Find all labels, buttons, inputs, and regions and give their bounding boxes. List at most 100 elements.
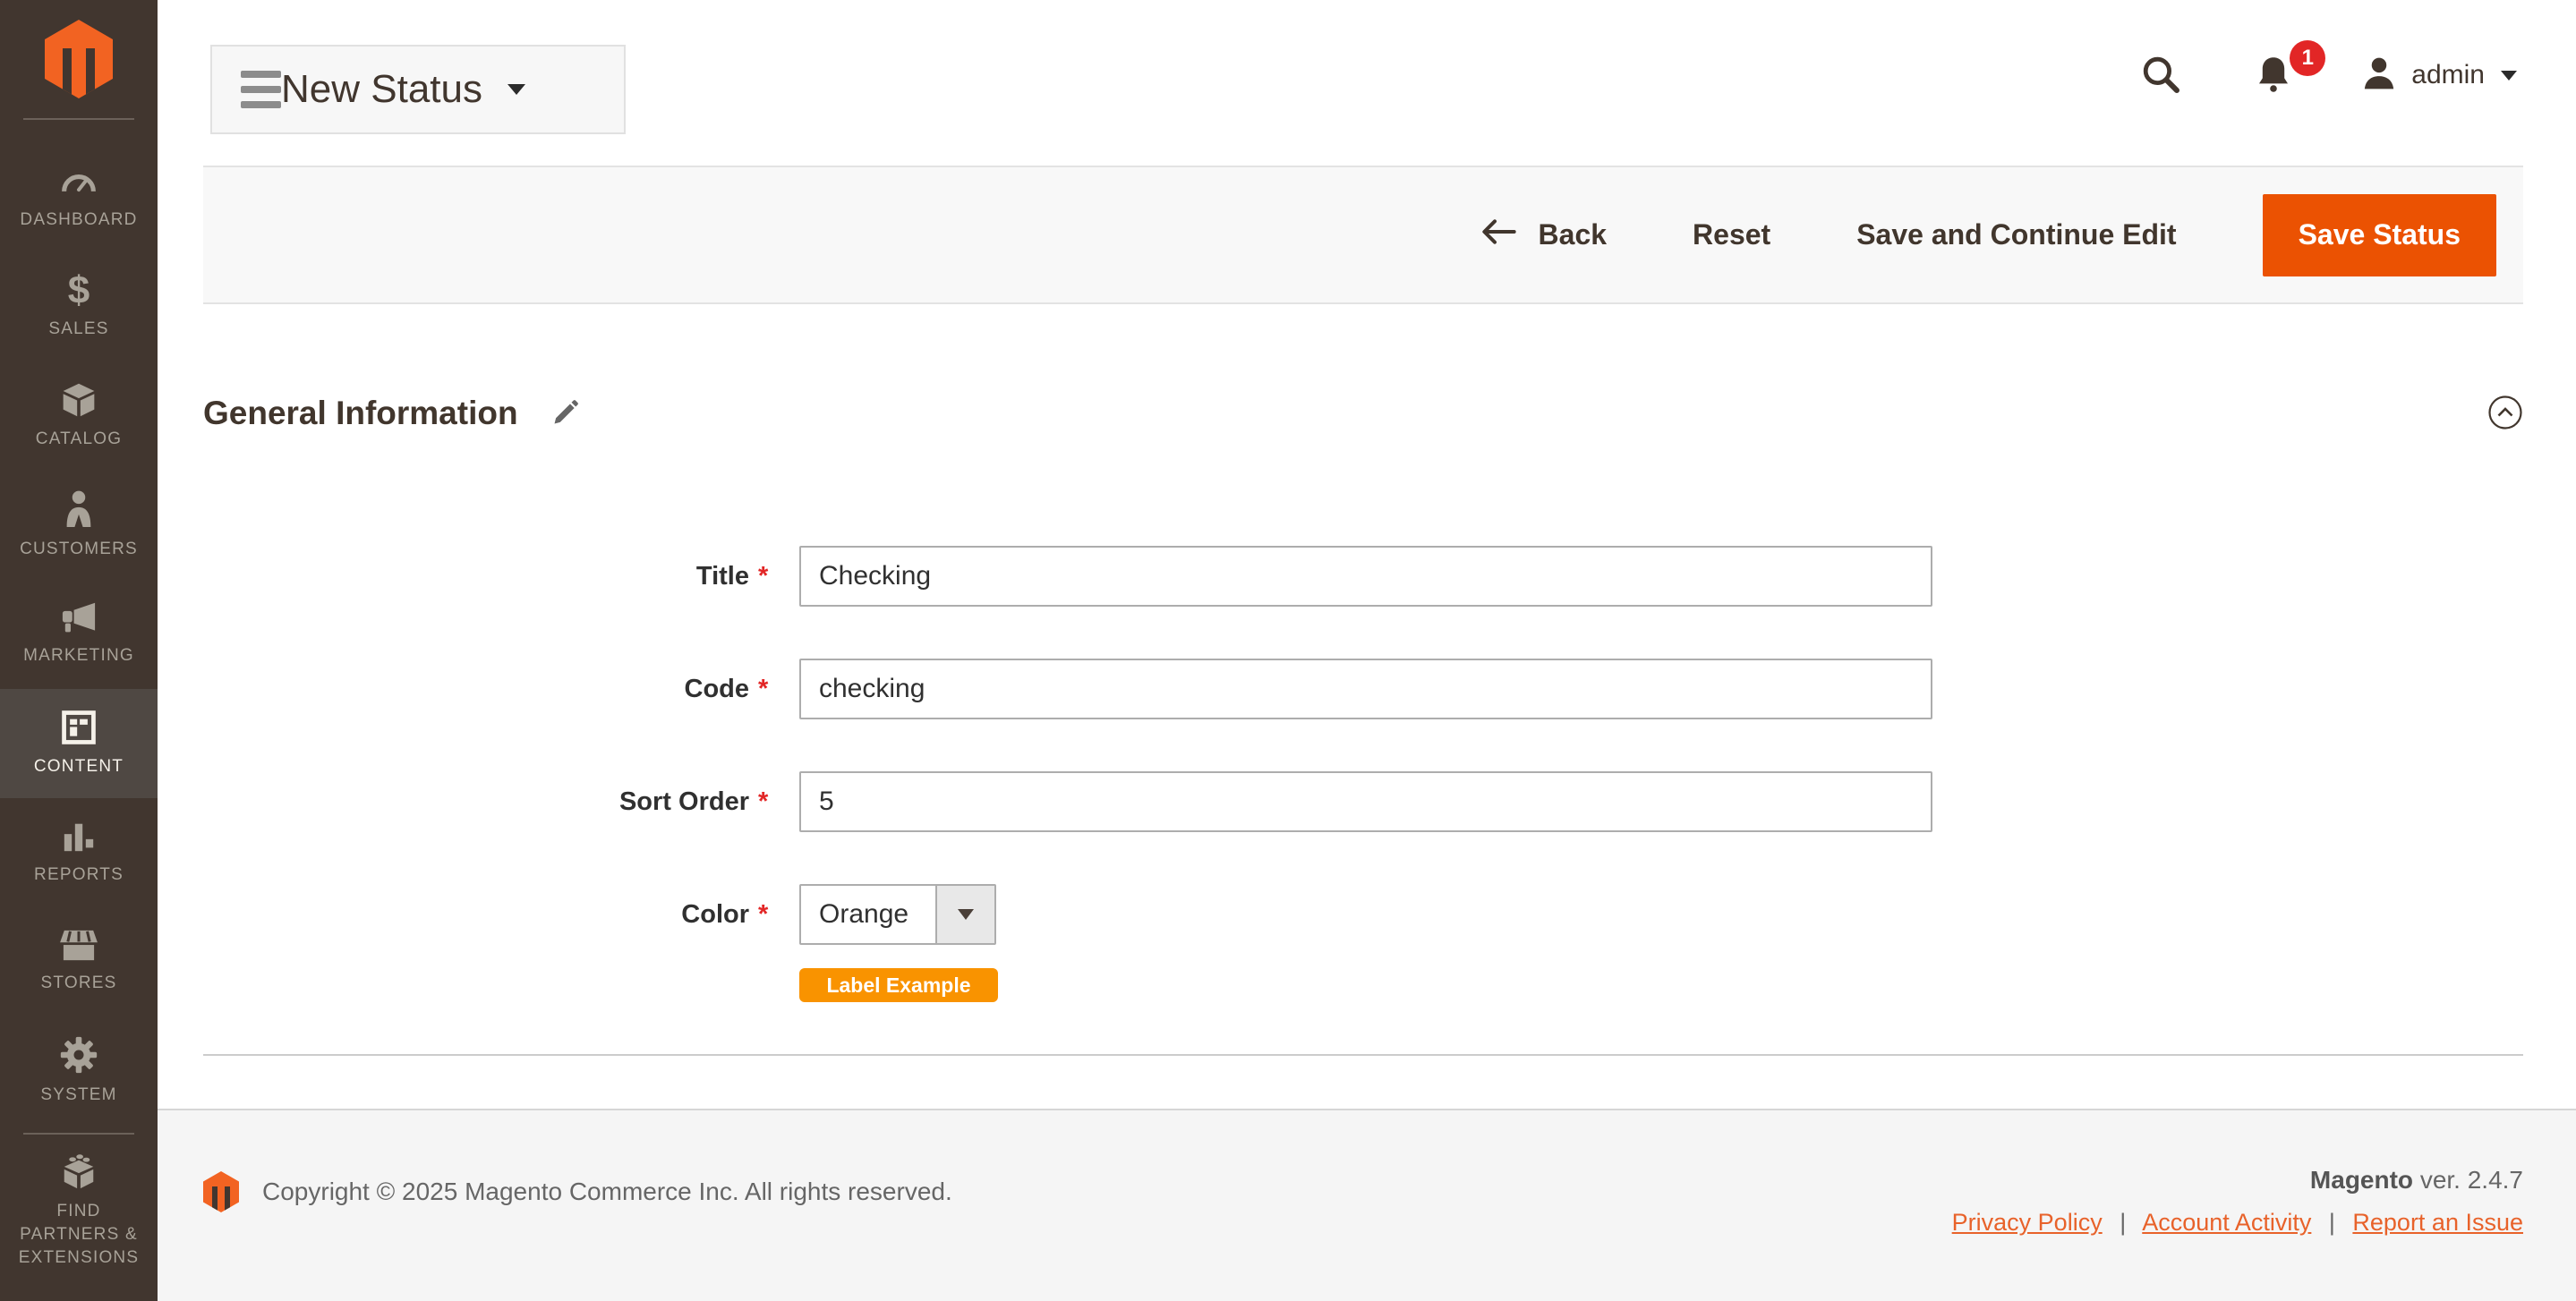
content-layout-icon bbox=[59, 709, 98, 746]
status-form: Title * Code * Sort Order * Color * bbox=[203, 546, 2523, 1002]
link-separator: | bbox=[2120, 1209, 2126, 1236]
copyright-text: Copyright © 2025 Magento Commerce Inc. A… bbox=[262, 1178, 952, 1206]
sidebar-item-label: DASHBOARD bbox=[20, 208, 137, 232]
title-field[interactable] bbox=[799, 546, 1932, 607]
required-marker: * bbox=[758, 787, 780, 817]
hamburger-icon bbox=[241, 71, 281, 108]
sidebar-item-label: SALES bbox=[48, 318, 108, 341]
save-status-label: Save Status bbox=[2299, 218, 2461, 251]
bell-icon bbox=[2252, 53, 2295, 98]
sidebar-item-reports[interactable]: REPORTS bbox=[0, 798, 158, 907]
sidebar-item-content[interactable]: CONTENT bbox=[0, 689, 158, 798]
version-line: Magento ver. 2.4.7 bbox=[1952, 1166, 2523, 1195]
system-gear-icon bbox=[59, 1035, 98, 1075]
sidebar-divider bbox=[23, 1133, 134, 1135]
main-content: General Information bbox=[158, 304, 2576, 1109]
code-label: Code bbox=[203, 675, 749, 704]
magento-logo-link[interactable] bbox=[0, 0, 158, 118]
required-marker: * bbox=[758, 562, 780, 591]
footer-links: Privacy Policy | Account Activity | Repo… bbox=[1952, 1209, 2523, 1237]
magento-logo-icon bbox=[45, 20, 113, 98]
section-header: General Information bbox=[203, 394, 2523, 433]
search-button[interactable] bbox=[2139, 53, 2182, 98]
account-activity-link[interactable]: Account Activity bbox=[2142, 1209, 2311, 1236]
back-arrow-icon bbox=[1481, 217, 1517, 254]
collapse-section-button[interactable] bbox=[2487, 395, 2523, 433]
catalog-box-icon bbox=[59, 381, 98, 419]
reset-label: Reset bbox=[1693, 218, 1770, 251]
color-select[interactable]: Orange bbox=[799, 884, 996, 945]
sidebar-divider bbox=[23, 118, 134, 120]
header-actions: 1 admin bbox=[2139, 43, 2517, 107]
page-title-menu[interactable]: New Status bbox=[210, 45, 626, 134]
back-label: Back bbox=[1539, 218, 1608, 251]
footer-left: Copyright © 2025 Magento Commerce Inc. A… bbox=[203, 1171, 952, 1212]
page-header: New Status bbox=[158, 0, 2576, 166]
magento-footer-logo-icon bbox=[203, 1171, 239, 1212]
required-marker: * bbox=[758, 900, 780, 930]
sort-order-field[interactable] bbox=[799, 771, 1932, 832]
color-label: Color bbox=[203, 900, 749, 930]
sidebar-item-customers[interactable]: CUSTOMERS bbox=[0, 471, 158, 580]
form-row-code: Code * bbox=[203, 659, 2523, 719]
sidebar-item-label: CATALOG bbox=[36, 428, 122, 451]
sidebar-item-label: FIND PARTNERS & EXTENSIONS bbox=[5, 1200, 152, 1270]
notification-count-badge: 1 bbox=[2290, 40, 2325, 76]
page-actions-toolbar: Back Reset Save and Continue Edit Save S… bbox=[203, 166, 2523, 304]
save-continue-label: Save and Continue Edit bbox=[1856, 218, 2176, 251]
sidebar-item-stores[interactable]: STORES bbox=[0, 907, 158, 1016]
chevron-down-icon bbox=[2501, 71, 2517, 81]
sidebar-item-label: SYSTEM bbox=[40, 1084, 116, 1107]
chevron-down-icon bbox=[508, 84, 525, 95]
section-title: General Information bbox=[203, 395, 518, 432]
chevron-down-icon bbox=[958, 909, 974, 920]
sidebar-item-label: STORES bbox=[41, 972, 117, 995]
label-preview-row: Label Example bbox=[203, 968, 2523, 1002]
required-marker: * bbox=[758, 675, 780, 704]
sidebar-item-sales[interactable]: $ SALES bbox=[0, 252, 158, 361]
color-select-value: Orange bbox=[801, 886, 935, 943]
sidebar-item-marketing[interactable]: MARKETING bbox=[0, 580, 158, 689]
notifications-button[interactable]: 1 bbox=[2252, 53, 2295, 98]
form-row-sort-order: Sort Order * bbox=[203, 771, 2523, 832]
select-dropdown-button[interactable] bbox=[935, 886, 994, 943]
sidebar-item-system[interactable]: SYSTEM bbox=[0, 1016, 158, 1126]
page-title: New Status bbox=[281, 67, 482, 112]
link-separator: | bbox=[2329, 1209, 2335, 1236]
reset-button[interactable]: Reset bbox=[1693, 218, 1770, 251]
status-label-preview-badge: Label Example bbox=[799, 968, 998, 1002]
customers-person-icon bbox=[60, 489, 98, 529]
section-divider bbox=[203, 1054, 2523, 1056]
form-row-color: Color * Orange bbox=[203, 884, 2523, 945]
sort-order-label: Sort Order bbox=[203, 787, 749, 817]
user-avatar-icon bbox=[2359, 54, 2399, 98]
sidebar-item-label: CUSTOMERS bbox=[20, 538, 138, 561]
save-and-continue-button[interactable]: Save and Continue Edit bbox=[1856, 218, 2176, 251]
save-status-button[interactable]: Save Status bbox=[2263, 194, 2496, 276]
sidebar-nav: DASHBOARD $ SALES CATALOG bbox=[0, 143, 158, 1126]
sidebar-item-find-partners[interactable]: FIND PARTNERS & EXTENSIONS bbox=[0, 1144, 158, 1278]
partners-brick-icon bbox=[58, 1152, 99, 1191]
privacy-policy-link[interactable]: Privacy Policy bbox=[1952, 1209, 2103, 1236]
code-field[interactable] bbox=[799, 659, 1932, 719]
sidebar-item-catalog[interactable]: CATALOG bbox=[0, 361, 158, 471]
back-button[interactable]: Back bbox=[1481, 217, 1608, 254]
title-label: Title bbox=[203, 562, 749, 591]
sales-icon: $ bbox=[68, 273, 90, 309]
search-icon bbox=[2139, 53, 2182, 98]
reports-barchart-icon bbox=[60, 819, 98, 855]
footer-right: Magento ver. 2.4.7 Privacy Policy | Acco… bbox=[1952, 1166, 2523, 1237]
page-footer: Copyright © 2025 Magento Commerce Inc. A… bbox=[158, 1109, 2576, 1301]
sidebar: DASHBOARD $ SALES CATALOG bbox=[0, 0, 158, 1301]
sidebar-item-label: REPORTS bbox=[34, 863, 124, 887]
edit-section-button[interactable] bbox=[550, 397, 581, 430]
brand-name: Magento bbox=[2310, 1166, 2413, 1194]
stores-storefront-icon bbox=[58, 929, 99, 963]
sidebar-item-label: MARKETING bbox=[23, 644, 134, 668]
version-number: ver. 2.4.7 bbox=[2420, 1166, 2523, 1194]
sidebar-item-dashboard[interactable]: DASHBOARD bbox=[0, 143, 158, 252]
admin-user-menu[interactable]: admin bbox=[2359, 54, 2517, 98]
pencil-icon bbox=[550, 397, 581, 430]
marketing-megaphone-icon bbox=[59, 601, 98, 635]
report-an-issue-link[interactable]: Report an Issue bbox=[2352, 1209, 2523, 1236]
